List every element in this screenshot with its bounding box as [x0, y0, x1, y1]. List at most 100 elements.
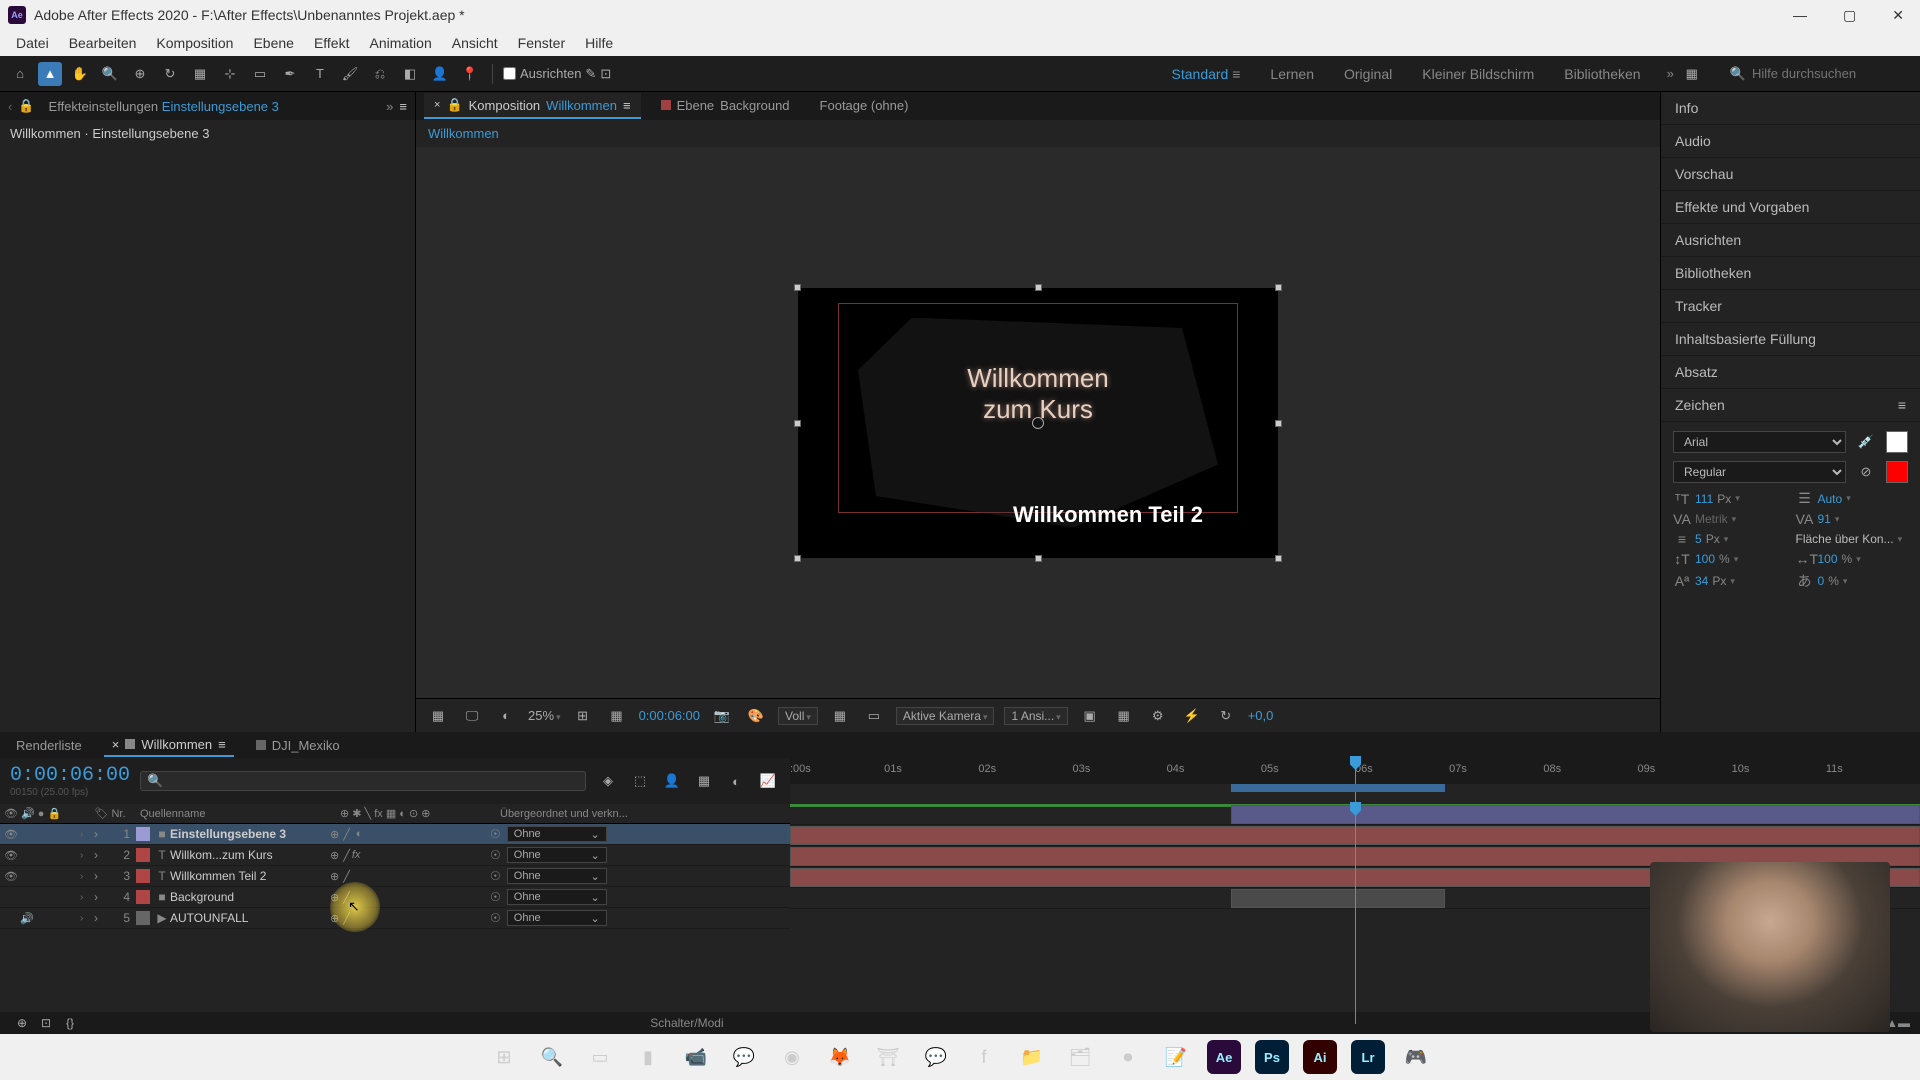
taskbar-app-12[interactable]: 🗂	[1063, 1040, 1097, 1074]
tsume-field[interactable]: あ0 %▾	[1796, 571, 1909, 591]
layer-row[interactable]: 👁››1■Einstellungsebene 3⊕╱◐☉Ohne⌄	[0, 824, 790, 845]
taskbar-app-6[interactable]: ◉	[775, 1040, 809, 1074]
taskbar-app-16[interactable]: Ps	[1255, 1040, 1289, 1074]
tab-menu-icon[interactable]: ≡	[218, 737, 226, 752]
menu-ansicht[interactable]: Ansicht	[442, 33, 508, 53]
render-queue-tab[interactable]: Renderliste	[8, 735, 90, 756]
comp-mini-flowchart-icon[interactable]: ◈	[596, 769, 620, 793]
snap-toggle[interactable]: Ausrichten ✎⊡	[503, 66, 611, 82]
menu-komposition[interactable]: Komposition	[146, 33, 243, 53]
workspace-lernen[interactable]: Lernen	[1270, 66, 1314, 82]
hscale-field[interactable]: ↔T100 %▾	[1796, 551, 1909, 567]
view2-icon[interactable]: ▦	[1112, 704, 1136, 728]
home-tool[interactable]: ⌂	[8, 62, 32, 86]
help-search[interactable]: 🔍	[1730, 66, 1912, 82]
lock-icon[interactable]: 🔒	[446, 97, 462, 113]
fast-preview-icon[interactable]: ⚡	[1180, 704, 1204, 728]
snap-checkbox[interactable]	[503, 67, 516, 80]
res-icon[interactable]: ⊞	[571, 704, 595, 728]
layer-tab[interactable]: Ebene Background	[651, 94, 800, 119]
panel-nav-prev[interactable]: ‹	[8, 99, 12, 114]
panel-pin-icon[interactable]: 🔒	[18, 98, 34, 114]
brush-tool[interactable]: 🖌	[338, 62, 362, 86]
taskbar-app-2[interactable]: ▭	[583, 1040, 617, 1074]
zoom-dropdown[interactable]: 25%	[528, 708, 561, 723]
stroke-color-swatch[interactable]	[1886, 461, 1908, 483]
text-layer-1[interactable]: Willkommen zum Kurs	[798, 363, 1278, 425]
font-size-field[interactable]: ᵀT111 Px▾	[1673, 490, 1786, 507]
tracking-field[interactable]: VA91▾	[1796, 511, 1909, 527]
workspace-overflow[interactable]: »	[1667, 66, 1674, 81]
orbit-tool[interactable]: ⊕	[128, 62, 152, 86]
stroke-width-field[interactable]: ≡5 Px▾	[1673, 531, 1786, 547]
taskbar-app-17[interactable]: Ai	[1303, 1040, 1337, 1074]
workspace-bibliotheken[interactable]: Bibliotheken	[1564, 66, 1640, 82]
taskbar-app-15[interactable]: Ae	[1207, 1040, 1241, 1074]
layer-search[interactable]: 🔍	[140, 771, 586, 791]
playhead-line[interactable]	[1355, 804, 1356, 1012]
grid-icon[interactable]: ▦	[828, 704, 852, 728]
viewport-timecode[interactable]: 0:00:06:00	[639, 708, 700, 723]
panel-tracker[interactable]: Tracker	[1661, 290, 1920, 323]
menu-ebene[interactable]: Ebene	[243, 33, 303, 53]
timeline-tab-2[interactable]: DJI_Mexiko	[248, 735, 348, 756]
baseline-field[interactable]: Aª34 Px▾	[1673, 571, 1786, 591]
panel-inhaltsbasierte-füllung[interactable]: Inhaltsbasierte Füllung	[1661, 323, 1920, 356]
taskbar-app-13[interactable]: ⏺	[1111, 1040, 1145, 1074]
mask-icon[interactable]: ◐	[494, 704, 518, 728]
snapshot-icon[interactable]: 📷	[710, 704, 734, 728]
menu-effekt[interactable]: Effekt	[304, 33, 360, 53]
channel-icon[interactable]: 🎨	[744, 704, 768, 728]
resolution-dropdown[interactable]: Voll	[778, 707, 818, 725]
panel-vorschau[interactable]: Vorschau	[1661, 158, 1920, 191]
panel-overflow[interactable]: »	[386, 99, 393, 114]
menu-fenster[interactable]: Fenster	[508, 33, 575, 53]
current-timecode[interactable]: 0:00:06:00	[10, 764, 130, 787]
hand-tool[interactable]: ✋	[68, 62, 92, 86]
workspace-original[interactable]: Original	[1344, 66, 1392, 82]
composition-viewport[interactable]: Willkommen zum Kurs Willkommen Teil 2	[416, 147, 1660, 698]
rotate-tool[interactable]: ↻	[158, 62, 182, 86]
taskbar-app-10[interactable]: f	[967, 1040, 1001, 1074]
monitor-icon[interactable]: 🖵	[460, 704, 484, 728]
view1-icon[interactable]: ▣	[1078, 704, 1102, 728]
layer-row[interactable]: 👁››2TWillkom...zum Kurs⊕╱fx☉Ohne⌄	[0, 845, 790, 866]
character-panel-header[interactable]: Zeichen ≡	[1661, 389, 1920, 422]
leading-field[interactable]: ☰Auto▾	[1796, 490, 1909, 507]
selection-tool[interactable]: ▲	[38, 62, 62, 86]
menu-datei[interactable]: Datei	[6, 33, 59, 53]
taskbar-app-9[interactable]: 💬	[919, 1040, 953, 1074]
close-tab-icon[interactable]: ×	[434, 99, 440, 111]
maximize-button[interactable]: ▢	[1835, 3, 1864, 28]
eyedropper-icon[interactable]: 💉	[1854, 430, 1878, 454]
panel-menu-icon[interactable]: ≡	[399, 99, 407, 114]
no-fill-icon[interactable]: ⊘	[1854, 460, 1878, 484]
panel-bibliotheken[interactable]: Bibliotheken	[1661, 257, 1920, 290]
shape-tool[interactable]: ▭	[248, 62, 272, 86]
shy-icon[interactable]: 👤	[660, 769, 684, 793]
panel-info[interactable]: Info	[1661, 92, 1920, 125]
comp-breadcrumb[interactable]: Willkommen	[416, 120, 1660, 147]
puppet-tool[interactable]: 📍	[458, 62, 482, 86]
font-family-dropdown[interactable]: Arial	[1673, 431, 1846, 453]
brackets-icon[interactable]: {}	[58, 1011, 82, 1035]
anchor-tool[interactable]: ⊹	[218, 62, 242, 86]
work-area-bar[interactable]	[1231, 784, 1446, 792]
workspace-standard[interactable]: Standard ≡	[1172, 66, 1241, 82]
frame-blend-icon[interactable]: ▦	[692, 769, 716, 793]
close-tab-icon[interactable]: ×	[112, 737, 120, 752]
taskbar-app-19[interactable]: 🎮	[1399, 1040, 1433, 1074]
camera-tool[interactable]: ▦	[188, 62, 212, 86]
minimize-button[interactable]: —	[1785, 3, 1815, 28]
panel-absatz[interactable]: Absatz	[1661, 356, 1920, 389]
views-dropdown[interactable]: 1 Ansi...	[1004, 707, 1067, 725]
text-tool[interactable]: T	[308, 62, 332, 86]
taskbar-app-4[interactable]: 📹	[679, 1040, 713, 1074]
effect-controls-tab[interactable]: Effekteinstellungen Einstellungsebene 3	[41, 95, 287, 118]
source-name-header[interactable]: Quellenname	[140, 808, 340, 820]
view3-icon[interactable]: ⚙	[1146, 704, 1170, 728]
region-icon[interactable]: ▦	[426, 704, 450, 728]
panel-effekte-und-vorgaben[interactable]: Effekte und Vorgaben	[1661, 191, 1920, 224]
taskbar-app-1[interactable]: 🔍	[535, 1040, 569, 1074]
roto-tool[interactable]: 👤	[428, 62, 452, 86]
